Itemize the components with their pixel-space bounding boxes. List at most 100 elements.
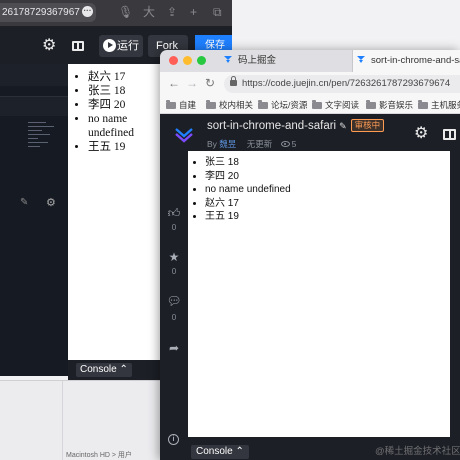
folder-icon (312, 100, 322, 109)
tab-label: sort-in-chrome-and-safari (371, 55, 460, 66)
list-item: 赵六 17 (205, 197, 450, 211)
folder-icon (366, 100, 376, 109)
finder-window: Macintosh HD > 用户 (0, 380, 160, 460)
layout-icon[interactable] (443, 129, 456, 140)
url-text: https://code.juejin.cn/pen/7263261787293… (242, 78, 451, 89)
run-button-label: 运行 (117, 40, 139, 52)
code-line (28, 126, 54, 127)
tab-pen[interactable]: sort-in-chrome-and-safari (352, 50, 460, 72)
pen-title: sort-in-chrome-and-safari ✎ 审核中 (207, 119, 385, 133)
result-preview-pane: 张三 18 李四 20 no name undefined 赵六 17 王五 1… (188, 151, 450, 437)
share-arrow-icon[interactable]: ➦ (166, 341, 182, 355)
pen-meta: By 魏昱 无更新 5 (207, 138, 296, 150)
review-status-badge: 审核中 (350, 119, 385, 132)
background-console-bar: Console ⌃ (68, 360, 160, 380)
pen-header: sort-in-chrome-and-safari ✎ 审核中 By 魏昱 无更新 … (160, 114, 460, 154)
comment-count: 0 (171, 313, 177, 322)
editor-pane-header (0, 64, 68, 86)
editor-pane-header-2: ✎ ⚙ (0, 96, 68, 209)
list-item: no name undefined (205, 183, 450, 197)
bookmark-folder[interactable]: 影音娱乐 (366, 96, 414, 113)
eye-icon (280, 141, 290, 147)
folder-icon (258, 100, 268, 109)
lock-icon (230, 76, 237, 86)
star-count: 0 (171, 267, 177, 276)
list-item: 张三 18 (205, 156, 450, 170)
new-tab-icon[interactable]: + (190, 4, 197, 20)
more-icon[interactable]: ··· (82, 6, 93, 17)
juejin-code-logo[interactable] (174, 124, 194, 144)
gear-icon[interactable]: ⚙ (414, 126, 428, 142)
author-link[interactable]: 魏昱 (219, 139, 236, 149)
list-item: 李四 20 (88, 98, 160, 112)
tab-juejin-code[interactable]: 码上掘金 (220, 50, 352, 72)
list-item: 李四 20 (205, 170, 450, 184)
juejin-logo-icon (357, 56, 366, 64)
bookmark-folder[interactable]: 文字阅读 (312, 96, 360, 113)
layout-icon[interactable] (72, 41, 84, 51)
finder-path[interactable]: Macintosh HD > 用户 (66, 450, 132, 460)
bookmark-folder[interactable]: 校内相关 (206, 96, 254, 113)
background-url-text: 26178729367967 (2, 7, 80, 18)
list-item: 张三 18 (88, 84, 160, 98)
bookmark-label: 论坛/资源 (271, 100, 308, 110)
bookmark-folder[interactable]: 自建 (166, 96, 196, 113)
list-item: 王五 19 (205, 210, 450, 224)
edit-pencil-icon[interactable]: ✎ (339, 121, 347, 131)
reload-icon[interactable]: ↻ (205, 76, 215, 90)
star-icon[interactable]: ★ (166, 250, 182, 264)
tab-overview-icon[interactable]: ⧉ (213, 4, 222, 20)
code-line (28, 138, 38, 139)
juejin-logo-icon (224, 56, 233, 64)
microphone-icon[interactable]: 🎙 (118, 4, 133, 20)
background-title-bar: 26178729367967 ··· 🎙 大 ⇪ + ⧉ (0, 0, 232, 26)
background-preview-pane: 赵六 17 张三 18 李四 20 no name undefined 王五 1… (68, 64, 160, 360)
bookmark-label: 主机服务 (431, 100, 460, 110)
pen-title-text: sort-in-chrome-and-safari (207, 120, 337, 132)
bookmark-folder[interactable]: 论坛/资源 (258, 96, 308, 113)
code-line (28, 142, 48, 143)
gear-icon[interactable]: ⚙ (42, 38, 56, 54)
maximize-window-button[interactable] (197, 56, 206, 65)
comment-icon[interactable]: 💬︎ (166, 294, 182, 308)
watermark: @稀土掘金技术社区 (375, 446, 460, 457)
run-button[interactable]: 运行 (99, 35, 143, 57)
code-line (28, 122, 46, 123)
by-label: By (207, 139, 217, 149)
bookmark-label: 影音娱乐 (379, 100, 414, 110)
bookmark-label: 文字阅读 (325, 100, 360, 110)
bookmark-label: 校内相关 (219, 100, 254, 110)
close-window-button[interactable] (169, 56, 178, 65)
folder-icon (206, 100, 216, 109)
share-icon[interactable]: ⇪ (167, 4, 177, 20)
console-toggle[interactable]: Console ⌃ (76, 363, 132, 377)
pane-settings-icon[interactable]: ⚙ (46, 196, 56, 209)
pen-icon[interactable]: ✎ (20, 197, 28, 208)
info-icon[interactable]: i (168, 434, 179, 445)
thumbs-up-icon[interactable]: 👍︎ (166, 206, 182, 220)
tab-label: 码上掘金 (238, 55, 277, 66)
list-item: no name undefined (88, 112, 160, 140)
tab-bar: 码上掘金 sort-in-chrome-and-safari (160, 50, 460, 72)
folder-icon (418, 100, 428, 109)
like-count: 0 (171, 223, 177, 232)
back-arrow-icon[interactable]: ← (168, 76, 180, 90)
console-toggle[interactable]: Console ⌃ (191, 445, 249, 459)
play-icon (103, 39, 116, 52)
list-item: 赵六 17 (88, 70, 160, 84)
update-status: 无更新 (246, 139, 273, 149)
view-count: 5 (291, 139, 297, 149)
url-field[interactable]: https://code.juejin.cn/pen/7263261787293… (224, 75, 460, 93)
code-line (28, 146, 40, 147)
browser-window: 码上掘金 sort-in-chrome-and-safari ← → ↻ htt… (160, 50, 460, 460)
translate-icon[interactable]: 大 (143, 4, 155, 20)
forward-arrow-icon[interactable]: → (186, 76, 198, 90)
result-list: 张三 18 李四 20 no name undefined 赵六 17 王五 1… (205, 156, 450, 224)
divider (62, 381, 63, 460)
minimize-window-button[interactable] (183, 56, 192, 65)
code-line (28, 130, 42, 131)
bookmark-folder[interactable]: 主机服务 (418, 96, 460, 113)
background-result-list: 赵六 17 张三 18 李四 20 no name undefined 王五 1… (82, 70, 160, 154)
address-bar: ← → ↻ https://code.juejin.cn/pen/7263261… (160, 72, 460, 96)
code-line (28, 134, 50, 135)
